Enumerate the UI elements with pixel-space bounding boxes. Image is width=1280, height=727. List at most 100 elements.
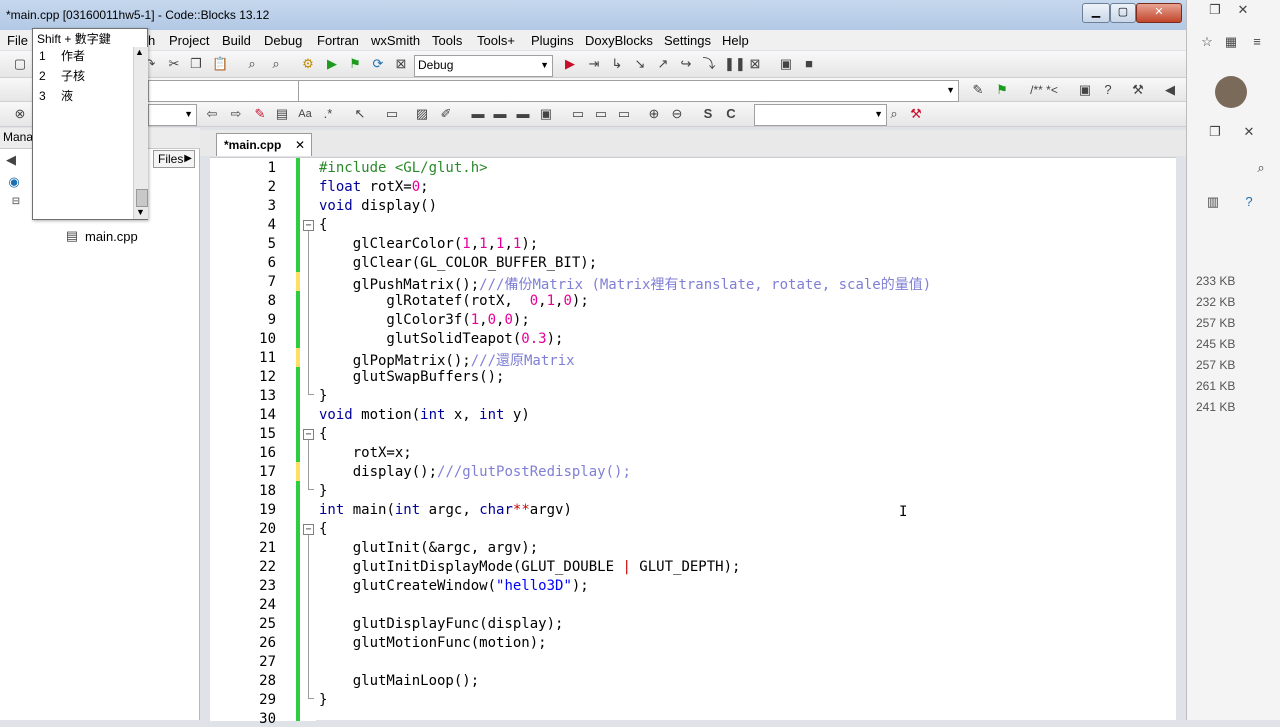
code-line[interactable]: } xyxy=(319,388,327,404)
code-line[interactable]: glutMotionFunc(motion); xyxy=(319,635,547,651)
layout-c-icon[interactable]: ▬ xyxy=(515,106,531,122)
stop-debug-icon[interactable]: ⊠ xyxy=(747,56,763,72)
code-line[interactable]: display();///glutPostRedisplay(); xyxy=(319,464,631,480)
run-arrow-icon[interactable]: ⚑ xyxy=(994,82,1010,98)
tab-scroll-right-icon[interactable]: ▶ xyxy=(184,151,192,167)
extensions-icon[interactable]: ▦ xyxy=(1223,34,1239,50)
regex-icon[interactable]: .* xyxy=(320,106,336,122)
tab-scroll-left-icon[interactable]: ◀ xyxy=(3,152,19,168)
code-line[interactable]: { xyxy=(319,426,327,442)
code-line[interactable]: { xyxy=(319,521,327,537)
code-line[interactable]: void display() xyxy=(319,198,437,214)
code-line[interactable]: glRotatef(rotX, 0,1,0); xyxy=(319,293,588,309)
code-line[interactable]: } xyxy=(319,483,327,499)
debug-windows-icon[interactable]: ▣ xyxy=(778,56,794,72)
step-into-icon[interactable]: ↘ xyxy=(632,56,648,72)
next-instruction-icon[interactable]: ↪ xyxy=(678,56,694,72)
fold-toggle-display[interactable]: − xyxy=(303,220,314,231)
back-icon[interactable]: ◀ xyxy=(1162,82,1178,98)
fold-toggle-motion[interactable]: − xyxy=(303,429,314,440)
rebuild-icon[interactable]: ⟳ xyxy=(370,56,386,72)
step-out-icon[interactable]: ↗ xyxy=(655,56,671,72)
arrow-left-icon[interactable]: ⇦ xyxy=(204,106,220,122)
frame-c-icon[interactable]: ▭ xyxy=(616,106,632,122)
replace-icon[interactable]: ⌕ xyxy=(268,56,284,72)
code-line[interactable]: glutSolidTeapot(0.3); xyxy=(319,331,563,347)
ime-candidate[interactable]: 1 作者 xyxy=(39,47,85,64)
doxy-comment-icon[interactable]: /** *< xyxy=(1022,82,1066,98)
code-line[interactable]: void motion(int x, int y) xyxy=(319,407,530,423)
code-line[interactable]: glClearColor(1,1,1,1); xyxy=(319,236,539,252)
menu-build[interactable]: Build xyxy=(222,33,251,48)
minimize-button[interactable]: ▁ xyxy=(1082,3,1110,23)
close-icon[interactable]: ✕ xyxy=(295,134,305,156)
menu-debug[interactable]: Debug xyxy=(264,33,302,48)
frame-a-icon[interactable]: ▭ xyxy=(570,106,586,122)
symbol-combo[interactable]: ▼ xyxy=(754,104,887,126)
restore-icon[interactable]: ❐ xyxy=(1207,124,1223,140)
arrow-right-icon[interactable]: ⇨ xyxy=(228,106,244,122)
copy-icon[interactable]: ❐ xyxy=(188,56,204,72)
code-line[interactable]: { xyxy=(319,217,327,233)
menu-search[interactable]: h xyxy=(148,33,155,48)
tab-main-cpp[interactable]: *main.cpp ✕ xyxy=(216,133,312,156)
menu-tools[interactable]: Tools xyxy=(432,33,462,48)
find-icon[interactable]: ⌕ xyxy=(244,56,260,72)
code-line[interactable]: int main(int argc, char**argv) xyxy=(319,502,572,518)
select-text-icon[interactable]: ▤ xyxy=(274,106,290,122)
code-line[interactable]: glClear(GL_COLOR_BUFFER_BIT); xyxy=(319,255,597,271)
s-icon[interactable]: S xyxy=(700,106,716,122)
preview-pane-icon[interactable]: ▥ xyxy=(1205,194,1221,210)
next-line-icon[interactable]: ↳ xyxy=(609,56,625,72)
build-run-icon[interactable]: ⚑ xyxy=(347,56,363,72)
ime-candidate[interactable]: 3液 xyxy=(39,87,73,104)
paste-icon[interactable]: 📋 xyxy=(212,56,228,72)
close-icon[interactable]: ✕ xyxy=(1241,124,1257,140)
menu-settings[interactable]: Settings xyxy=(664,33,711,48)
code-line[interactable]: glutCreateWindow("hello3D"); xyxy=(319,578,589,594)
rectangle-icon[interactable]: ▭ xyxy=(384,106,400,122)
menu-icon[interactable]: ≡ xyxy=(1249,34,1265,50)
code-line[interactable]: glPopMatrix();///還原Matrix xyxy=(319,350,575,370)
close-icon[interactable]: ✕ xyxy=(1235,2,1251,18)
code-line[interactable]: glColor3f(1,0,0); xyxy=(319,312,529,328)
code-line[interactable]: glutDisplayFunc(display); xyxy=(319,616,564,632)
search-icon[interactable]: ⌕ xyxy=(1253,160,1269,176)
layout-d-icon[interactable]: ▣ xyxy=(538,106,554,122)
run-icon[interactable]: ▶ xyxy=(324,56,340,72)
zoom-out-icon[interactable]: ⊖ xyxy=(669,106,685,122)
code-line[interactable]: glutSwapBuffers(); xyxy=(319,369,505,385)
menu-help[interactable]: Help xyxy=(722,33,749,48)
code-line[interactable]: glutMainLoop(); xyxy=(319,673,479,689)
help-icon[interactable]: ? xyxy=(1241,194,1257,210)
tree-item-main-cpp[interactable]: main.cpp xyxy=(85,229,138,244)
code-line[interactable]: float rotX=0; xyxy=(319,179,429,195)
build-target-select[interactable]: Debug ▼ xyxy=(414,55,553,77)
run-to-cursor-icon[interactable]: ⇥ xyxy=(586,56,602,72)
menu-tools-plus[interactable]: Tools+ xyxy=(477,33,515,48)
scrollbar-thumb[interactable] xyxy=(136,189,148,207)
zoom-in-icon[interactable]: ⊕ xyxy=(646,106,662,122)
ime-candidate[interactable]: 2 子核 xyxy=(39,67,85,84)
function-select[interactable]: ▼ xyxy=(298,80,959,102)
menu-project[interactable]: Project xyxy=(169,33,209,48)
build-gear-icon[interactable]: ⚙ xyxy=(300,56,316,72)
doxy-window-icon[interactable]: ▣ xyxy=(1077,82,1093,98)
cut-icon[interactable]: ✂ xyxy=(166,56,182,72)
menu-wxsmith[interactable]: wxSmith xyxy=(371,33,420,48)
c-icon[interactable]: C xyxy=(723,106,739,122)
close-button[interactable]: ✕ xyxy=(1136,3,1182,23)
code-line[interactable]: glPushMatrix();///備份Matrix (Matrix裡有tran… xyxy=(319,274,931,294)
scope-select[interactable] xyxy=(148,80,299,102)
search-symbol-icon[interactable]: ⌕ xyxy=(886,106,902,122)
layout-b-icon[interactable]: ▬ xyxy=(492,106,508,122)
settings-icon[interactable]: ✎ xyxy=(970,82,986,98)
search-combo[interactable]: ▼ xyxy=(148,104,197,126)
code-line[interactable]: } xyxy=(319,692,327,708)
code-line[interactable]: #include <GL/glut.h> xyxy=(319,160,488,176)
text-color-icon[interactable]: Aa xyxy=(297,106,313,122)
chevron-down-icon[interactable]: ▼ xyxy=(136,207,145,217)
wrench-icon[interactable]: ⚒ xyxy=(1130,82,1146,98)
various-info-icon[interactable]: ■ xyxy=(801,56,817,72)
highlight-icon[interactable]: ✎ xyxy=(252,106,268,122)
